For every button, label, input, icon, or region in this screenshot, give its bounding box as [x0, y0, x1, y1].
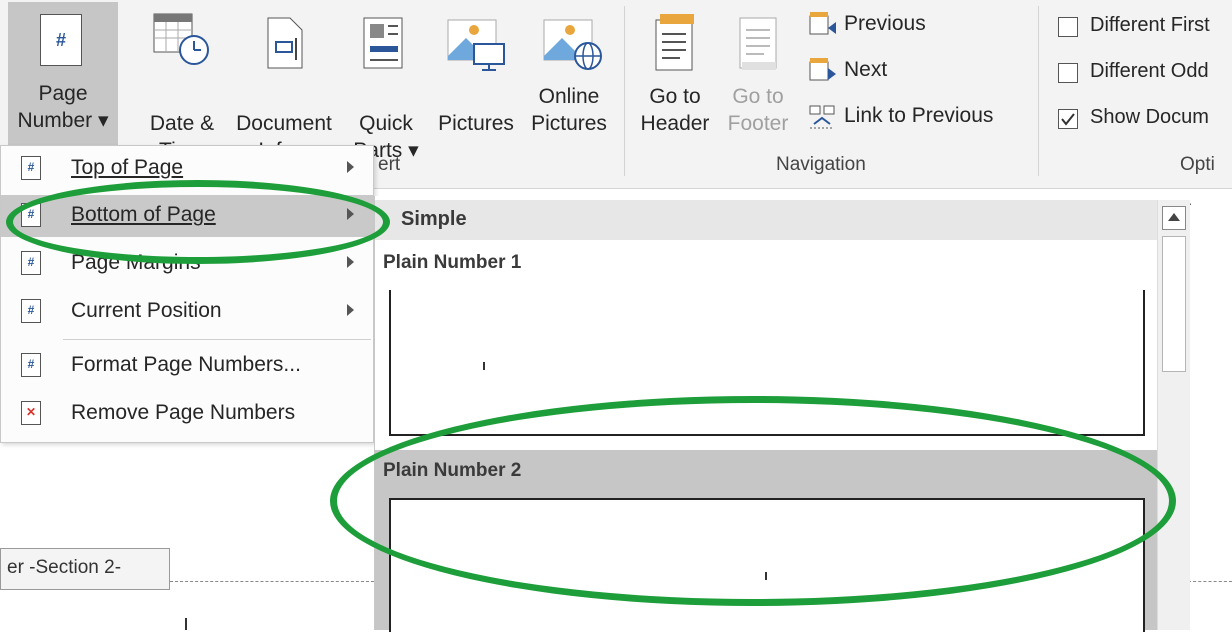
menu-item-remove-page-numbers[interactable]: ✕ Remove Page Numbers: [1, 393, 373, 435]
current-position-icon: #: [21, 299, 41, 323]
pictures-button[interactable]: Pictures: [430, 2, 522, 150]
section-tag-label: er -Section 2-: [7, 557, 122, 578]
label-different-odd: Different Odd: [1090, 60, 1209, 82]
link-to-previous-label: Link to Previous: [844, 104, 994, 127]
page-number-label-1: Page: [38, 82, 88, 105]
go-to-footer-label-2: Footer: [727, 112, 789, 135]
page-number-label-2: Number ▾: [17, 109, 109, 132]
scroll-up-arrow-icon[interactable]: [1162, 206, 1186, 230]
section-tag: er -Section 2-: [0, 548, 170, 590]
format-page-numbers-icon: #: [21, 353, 41, 377]
annotation-ellipse: [6, 180, 390, 264]
menu-item-label: Current Position: [71, 299, 222, 322]
online-pictures-label-2: Pictures: [531, 112, 607, 135]
text-cursor: [185, 618, 187, 630]
document-info-button[interactable]: Document Info ▾: [226, 2, 342, 162]
pictures-icon: [447, 19, 505, 71]
online-pictures-icon: [543, 19, 602, 70]
quick-parts-button[interactable]: Quick Parts ▾: [346, 2, 426, 162]
quick-parts-icon: [363, 17, 403, 69]
menu-item-label: Format Page Numbers...: [71, 353, 301, 376]
document-info-icon: [267, 17, 303, 69]
page-number-placeholder: [483, 362, 485, 370]
page-margins-icon: #: [21, 251, 41, 275]
gallery-item-title: Plain Number 1: [383, 252, 522, 273]
date-time-button[interactable]: Date & Time: [136, 2, 228, 162]
date-time-label-1: Date &: [149, 112, 215, 135]
calendar-clock-icon: [153, 13, 209, 65]
group-label-options: Opti: [1180, 154, 1215, 175]
next-icon: [809, 58, 836, 81]
ribbon-separator: [624, 6, 625, 176]
link-to-previous-icon: [809, 105, 835, 129]
menu-item-format-page-numbers[interactable]: # Format Page Numbers...: [1, 345, 373, 387]
submenu-arrow-icon: [347, 256, 354, 268]
label-different-first: Different First: [1090, 14, 1210, 36]
online-pictures-button[interactable]: Online Pictures: [524, 2, 614, 150]
remove-page-numbers-icon: ✕: [21, 401, 41, 425]
annotation-ellipse: [330, 396, 1176, 606]
label-show-document: Show Docum: [1090, 106, 1209, 128]
footer-boundary: [170, 581, 374, 582]
go-to-footer-label-1: Go to: [732, 85, 784, 108]
online-pictures-label-1: Online: [538, 85, 600, 108]
quick-parts-label-1: Quick: [359, 112, 413, 135]
menu-item-label: Remove Page Numbers: [71, 401, 296, 424]
pictures-label: Pictures: [438, 112, 514, 135]
ribbon-separator: [1038, 6, 1039, 176]
group-label-navigation: Navigation: [776, 154, 866, 175]
page-number-icon: #: [40, 14, 82, 66]
scroll-thumb[interactable]: [1162, 236, 1186, 372]
checkbox-different-odd[interactable]: [1058, 63, 1078, 83]
page-number-button[interactable]: # Page Number ▾: [8, 2, 118, 150]
submenu-arrow-icon: [347, 304, 354, 316]
gallery-section-header: Simple: [375, 200, 1157, 240]
checkmark-icon: [1061, 113, 1075, 126]
go-to-header-label-2: Header: [640, 112, 710, 135]
checkbox-show-document[interactable]: [1058, 109, 1078, 129]
group-label-insert: ert: [378, 154, 401, 175]
go-to-header-icon: [655, 14, 694, 71]
checkbox-different-first[interactable]: [1058, 17, 1078, 37]
document-info-label-1: Document: [236, 112, 332, 135]
go-to-footer-button[interactable]: Go to Footer: [718, 2, 798, 150]
menu-item-label: Top of Page: [71, 156, 184, 179]
footer-boundary: [1188, 581, 1232, 582]
gallery-scrollbar[interactable]: [1157, 200, 1190, 630]
menu-divider: [63, 339, 371, 340]
go-to-header-button[interactable]: Go to Header: [636, 2, 714, 150]
previous-label: Previous: [844, 12, 926, 35]
go-to-header-label-1: Go to: [649, 85, 701, 108]
menu-item-current-position[interactable]: # Current Position: [1, 291, 373, 333]
go-to-footer-icon: [739, 17, 777, 70]
previous-icon: [809, 12, 836, 35]
next-label: Next: [844, 58, 888, 81]
submenu-arrow-icon: [347, 161, 354, 173]
ruler-mark: ·: [1188, 195, 1193, 211]
top-of-page-icon: #: [21, 156, 41, 180]
gallery-section-label: Simple: [401, 208, 467, 230]
